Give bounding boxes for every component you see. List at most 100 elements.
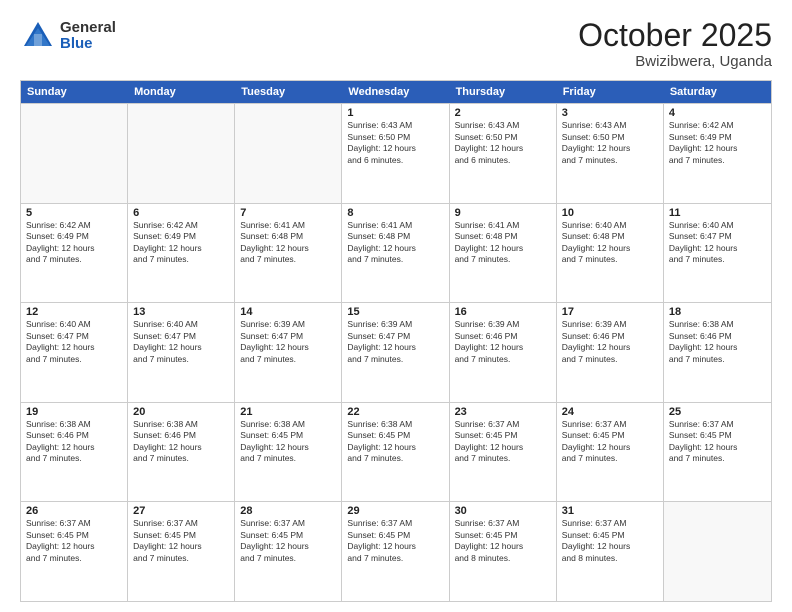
cell-info: Sunrise: 6:38 AMSunset: 6:46 PMDaylight:… <box>133 419 229 465</box>
calendar-cell: 5Sunrise: 6:42 AMSunset: 6:49 PMDaylight… <box>21 204 128 303</box>
cell-info: Sunrise: 6:41 AMSunset: 6:48 PMDaylight:… <box>240 220 336 266</box>
header-day-tuesday: Tuesday <box>235 81 342 103</box>
calendar-cell: 18Sunrise: 6:38 AMSunset: 6:46 PMDayligh… <box>664 303 771 402</box>
calendar-cell <box>235 104 342 203</box>
calendar-header: SundayMondayTuesdayWednesdayThursdayFrid… <box>21 81 771 103</box>
logo-blue: Blue <box>60 36 116 53</box>
cell-info: Sunrise: 6:43 AMSunset: 6:50 PMDaylight:… <box>347 120 443 166</box>
calendar-cell <box>664 502 771 601</box>
cell-info: Sunrise: 6:42 AMSunset: 6:49 PMDaylight:… <box>133 220 229 266</box>
calendar-cell: 30Sunrise: 6:37 AMSunset: 6:45 PMDayligh… <box>450 502 557 601</box>
calendar-row-5: 26Sunrise: 6:37 AMSunset: 6:45 PMDayligh… <box>21 501 771 601</box>
header-day-saturday: Saturday <box>664 81 771 103</box>
cell-info: Sunrise: 6:42 AMSunset: 6:49 PMDaylight:… <box>669 120 766 166</box>
calendar-cell: 29Sunrise: 6:37 AMSunset: 6:45 PMDayligh… <box>342 502 449 601</box>
day-number: 8 <box>347 207 443 219</box>
header: General Blue October 2025 Bwizibwera, Ug… <box>20 18 772 70</box>
cell-info: Sunrise: 6:43 AMSunset: 6:50 PMDaylight:… <box>455 120 551 166</box>
cell-info: Sunrise: 6:37 AMSunset: 6:45 PMDaylight:… <box>669 419 766 465</box>
calendar: SundayMondayTuesdayWednesdayThursdayFrid… <box>20 80 772 602</box>
calendar-cell: 26Sunrise: 6:37 AMSunset: 6:45 PMDayligh… <box>21 502 128 601</box>
day-number: 28 <box>240 505 336 517</box>
cell-info: Sunrise: 6:41 AMSunset: 6:48 PMDaylight:… <box>455 220 551 266</box>
day-number: 25 <box>669 406 766 418</box>
calendar-cell: 8Sunrise: 6:41 AMSunset: 6:48 PMDaylight… <box>342 204 449 303</box>
day-number: 14 <box>240 306 336 318</box>
calendar-cell: 23Sunrise: 6:37 AMSunset: 6:45 PMDayligh… <box>450 403 557 502</box>
calendar-cell: 31Sunrise: 6:37 AMSunset: 6:45 PMDayligh… <box>557 502 664 601</box>
day-number: 15 <box>347 306 443 318</box>
calendar-cell: 7Sunrise: 6:41 AMSunset: 6:48 PMDaylight… <box>235 204 342 303</box>
day-number: 1 <box>347 107 443 119</box>
calendar-cell <box>128 104 235 203</box>
day-number: 20 <box>133 406 229 418</box>
day-number: 5 <box>26 207 122 219</box>
calendar-cell: 27Sunrise: 6:37 AMSunset: 6:45 PMDayligh… <box>128 502 235 601</box>
calendar-cell: 21Sunrise: 6:38 AMSunset: 6:45 PMDayligh… <box>235 403 342 502</box>
calendar-cell: 1Sunrise: 6:43 AMSunset: 6:50 PMDaylight… <box>342 104 449 203</box>
cell-info: Sunrise: 6:37 AMSunset: 6:45 PMDaylight:… <box>347 518 443 564</box>
calendar-cell: 3Sunrise: 6:43 AMSunset: 6:50 PMDaylight… <box>557 104 664 203</box>
calendar-cell: 17Sunrise: 6:39 AMSunset: 6:46 PMDayligh… <box>557 303 664 402</box>
month-title: October 2025 <box>578 18 772 53</box>
calendar-cell: 2Sunrise: 6:43 AMSunset: 6:50 PMDaylight… <box>450 104 557 203</box>
cell-info: Sunrise: 6:40 AMSunset: 6:48 PMDaylight:… <box>562 220 658 266</box>
day-number: 18 <box>669 306 766 318</box>
logo-general: General <box>60 20 116 37</box>
calendar-cell: 20Sunrise: 6:38 AMSunset: 6:46 PMDayligh… <box>128 403 235 502</box>
cell-info: Sunrise: 6:37 AMSunset: 6:45 PMDaylight:… <box>562 419 658 465</box>
header-day-sunday: Sunday <box>21 81 128 103</box>
calendar-row-2: 5Sunrise: 6:42 AMSunset: 6:49 PMDaylight… <box>21 203 771 303</box>
cell-info: Sunrise: 6:39 AMSunset: 6:46 PMDaylight:… <box>455 319 551 365</box>
cell-info: Sunrise: 6:37 AMSunset: 6:45 PMDaylight:… <box>562 518 658 564</box>
cell-info: Sunrise: 6:39 AMSunset: 6:47 PMDaylight:… <box>347 319 443 365</box>
calendar-cell: 24Sunrise: 6:37 AMSunset: 6:45 PMDayligh… <box>557 403 664 502</box>
day-number: 12 <box>26 306 122 318</box>
cell-info: Sunrise: 6:37 AMSunset: 6:45 PMDaylight:… <box>133 518 229 564</box>
cell-info: Sunrise: 6:42 AMSunset: 6:49 PMDaylight:… <box>26 220 122 266</box>
day-number: 2 <box>455 107 551 119</box>
calendar-row-4: 19 Sunrise: 6:38 AMSunset: 6:46 PMDayligh… <box>21 402 771 502</box>
day-number: 3 <box>562 107 658 119</box>
cell-info: Sunrise: 6:37 AMSunset: 6:45 PMDaylight:… <box>240 518 336 564</box>
calendar-cell <box>21 104 128 203</box>
cell-info: Sunrise: 6:39 AMSunset: 6:47 PMDaylight:… <box>240 319 336 365</box>
calendar-cell: 9Sunrise: 6:41 AMSunset: 6:48 PMDaylight… <box>450 204 557 303</box>
logo-icon <box>20 18 56 54</box>
cell-info: Sunrise: 6:40 AMSunset: 6:47 PMDaylight:… <box>26 319 122 365</box>
page: General Blue October 2025 Bwizibwera, Ug… <box>0 0 792 612</box>
day-number: 11 <box>669 207 766 219</box>
calendar-cell: 14Sunrise: 6:39 AMSunset: 6:47 PMDayligh… <box>235 303 342 402</box>
calendar-cell: 11Sunrise: 6:40 AMSunset: 6:47 PMDayligh… <box>664 204 771 303</box>
cell-info: Sunrise: 6:40 AMSunset: 6:47 PMDaylight:… <box>133 319 229 365</box>
cell-info: Sunrise: 6:40 AMSunset: 6:47 PMDaylight:… <box>669 220 766 266</box>
calendar-cell: 12Sunrise: 6:40 AMSunset: 6:47 PMDayligh… <box>21 303 128 402</box>
calendar-cell: 19Sunrise: 6:38 AMSunset: 6:46 PMDayligh… <box>21 403 128 502</box>
cell-info: Sunrise: 6:37 AMSunset: 6:45 PMDaylight:… <box>26 518 122 564</box>
cell-info: Sunrise: 6:37 AMSunset: 6:45 PMDaylight:… <box>455 518 551 564</box>
day-number: 24 <box>562 406 658 418</box>
day-number: 27 <box>133 505 229 517</box>
header-day-monday: Monday <box>128 81 235 103</box>
calendar-cell: 13Sunrise: 6:40 AMSunset: 6:47 PMDayligh… <box>128 303 235 402</box>
header-day-thursday: Thursday <box>450 81 557 103</box>
day-number: 10 <box>562 207 658 219</box>
calendar-cell: 4Sunrise: 6:42 AMSunset: 6:49 PMDaylight… <box>664 104 771 203</box>
calendar-body: 1Sunrise: 6:43 AMSunset: 6:50 PMDaylight… <box>21 103 771 601</box>
calendar-cell: 16Sunrise: 6:39 AMSunset: 6:46 PMDayligh… <box>450 303 557 402</box>
day-number: 7 <box>240 207 336 219</box>
day-number: 6 <box>133 207 229 219</box>
cell-info: Sunrise: 6:38 AMSunset: 6:46 PMDaylight:… <box>669 319 766 365</box>
calendar-cell: 10Sunrise: 6:40 AMSunset: 6:48 PMDayligh… <box>557 204 664 303</box>
day-number: 23 <box>455 406 551 418</box>
cell-info: Sunrise: 6:38 AMSunset: 6:45 PMDaylight:… <box>240 419 336 465</box>
header-day-friday: Friday <box>557 81 664 103</box>
cell-info: Sunrise: 6:41 AMSunset: 6:48 PMDaylight:… <box>347 220 443 266</box>
day-number: 4 <box>669 107 766 119</box>
day-number: 19 <box>26 406 122 418</box>
calendar-row-3: 12Sunrise: 6:40 AMSunset: 6:47 PMDayligh… <box>21 302 771 402</box>
day-number: 21 <box>240 406 336 418</box>
day-number: 16 <box>455 306 551 318</box>
logo: General Blue <box>20 18 116 54</box>
day-number: 31 <box>562 505 658 517</box>
